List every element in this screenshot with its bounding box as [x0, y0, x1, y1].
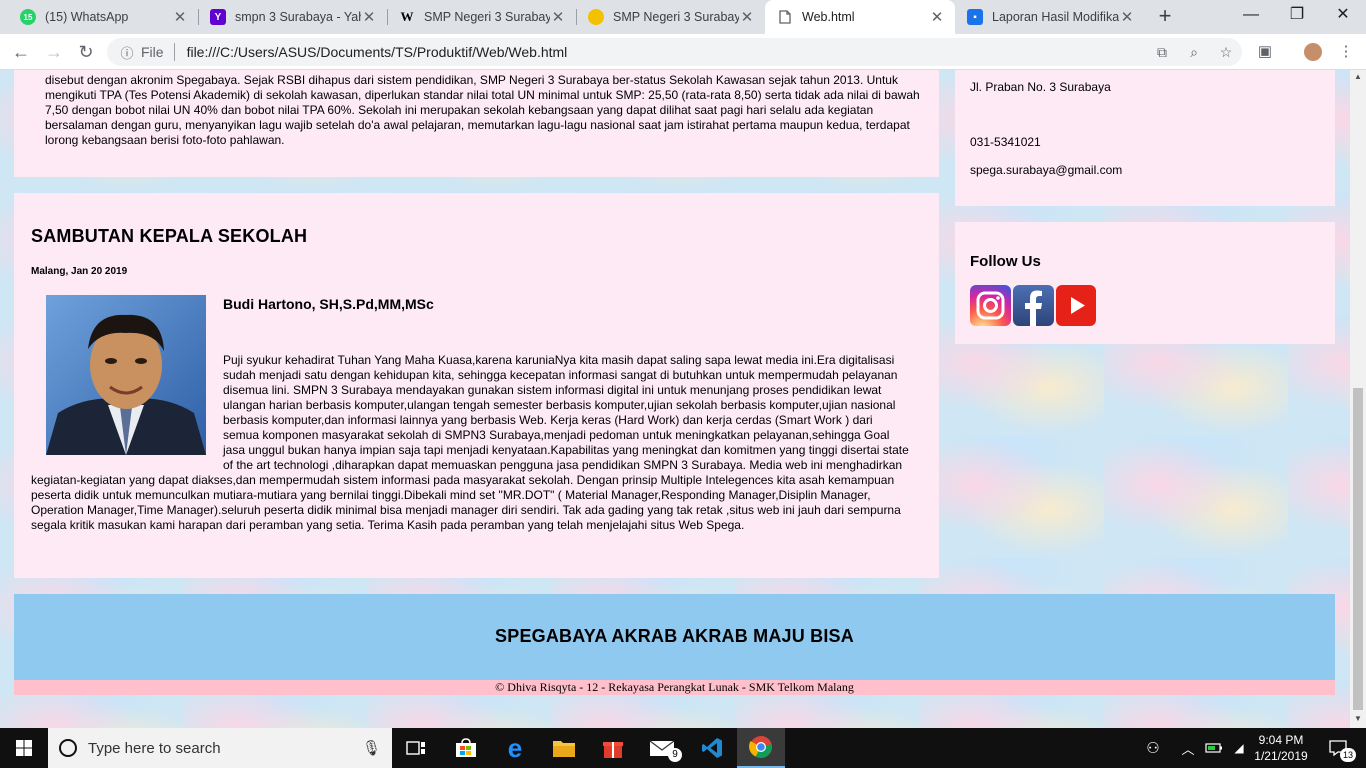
taskbar-edge[interactable]: e: [491, 728, 539, 768]
omnibox-divider: [173, 43, 175, 61]
whatsapp-icon: 15: [20, 9, 36, 25]
about-text: disebut dengan akronim Spegabaya. Sejak …: [45, 73, 920, 147]
sambutan-date: Malang, Jan 20 2019: [31, 266, 128, 277]
task-view-button[interactable]: [392, 728, 440, 768]
back-button[interactable]: ←: [8, 40, 34, 64]
system-clock[interactable]: 9:04 PM 1/21/2019: [1248, 732, 1314, 764]
folder-icon: [553, 741, 575, 757]
page-scrollbar[interactable]: ▲ ▼: [1350, 70, 1366, 728]
tab-school[interactable]: SMP Negeri 3 Surabaya ✕: [576, 0, 765, 34]
photo-spacer: [31, 295, 223, 460]
zoom-icon[interactable]: ⌕: [1178, 44, 1210, 61]
scroll-down-arrow[interactable]: ▼: [1350, 714, 1366, 723]
bookmark-star-icon[interactable]: ☆: [1210, 44, 1242, 61]
wikipedia-icon: W: [400, 9, 414, 24]
forward-button[interactable]: →: [41, 40, 67, 64]
maximize-button[interactable]: ❐: [1274, 0, 1320, 34]
yahoo-icon: Y: [210, 9, 226, 25]
task-view-icon: [406, 741, 425, 755]
site-footer: SPEGABAYA AKRAB AKRAB MAJU BISA: [14, 594, 1335, 680]
copyright-text: © Dhiva Risqyta - 12 - Rekayasa Perangka…: [14, 680, 1335, 695]
sambutan-body: Budi Hartono, SH,S.Pd,MM,MSc Puji syukur…: [31, 295, 911, 533]
scroll-up-arrow[interactable]: ▲: [1350, 72, 1366, 81]
notification-count: 13: [1340, 748, 1356, 762]
facebook-icon[interactable]: [1013, 285, 1054, 326]
close-icon[interactable]: ✕: [172, 8, 188, 26]
address-bar[interactable]: ⓘ File file:///C:/Users/ASUS/Documents/T…: [107, 38, 1242, 66]
wifi-icon[interactable]: ◢: [1228, 728, 1250, 768]
gift-icon: [603, 742, 623, 758]
close-icon[interactable]: ✕: [550, 8, 566, 26]
taskbar-store[interactable]: [442, 728, 490, 768]
new-tab-button[interactable]: +: [1153, 5, 1177, 28]
url-text[interactable]: file:///C:/Users/ASUS/Documents/TS/Produ…: [187, 44, 1146, 60]
document-icon: [777, 9, 793, 25]
clock-time: 9:04 PM: [1258, 733, 1304, 747]
contact-address: Jl. Praban No. 3 Surabaya: [970, 80, 1111, 94]
page-viewport: disebut dengan akronim Spegabaya. Sejak …: [0, 70, 1350, 728]
url-scheme-label: File: [141, 44, 164, 60]
profile-avatar[interactable]: [1299, 40, 1327, 64]
close-icon[interactable]: ✕: [929, 8, 945, 26]
tab-laporan[interactable]: ▪ Laporan Hasil Modifikasi ✕: [955, 0, 1145, 34]
mail-badge: 9: [668, 748, 682, 762]
taskbar-gift-app[interactable]: [589, 728, 637, 768]
tab-yahoo[interactable]: Y smpn 3 Surabaya - Yaho ✕: [198, 0, 387, 34]
scroll-thumb[interactable]: [1353, 388, 1363, 710]
minimize-button[interactable]: —: [1228, 0, 1274, 34]
search-placeholder: Type here to search: [88, 739, 221, 757]
cortana-circle-icon: [59, 739, 77, 757]
tray-overflow-icon[interactable]: ︿: [1176, 728, 1200, 768]
translate-icon[interactable]: ⧉: [1146, 44, 1178, 61]
chrome-icon: [749, 736, 772, 758]
taskbar-file-explorer[interactable]: [540, 728, 588, 768]
follow-title: Follow Us: [970, 253, 1041, 270]
tab-wikipedia[interactable]: W SMP Negeri 3 Surabaya ✕: [387, 0, 576, 34]
reload-button[interactable]: ↻: [73, 40, 99, 64]
action-center-button[interactable]: 13: [1318, 728, 1358, 768]
tab-strip: 15 (15) WhatsApp ✕ Y smpn 3 Surabaya - Y…: [0, 0, 1366, 34]
info-icon[interactable]: ⓘ: [113, 43, 141, 62]
extension-icon[interactable]: ▣: [1251, 40, 1279, 64]
tab-title: Laporan Hasil Modifikasi: [992, 10, 1119, 24]
tab-web-html[interactable]: Web.html ✕: [765, 0, 955, 34]
tab-title: (15) WhatsApp: [45, 10, 129, 24]
follow-panel: [955, 222, 1335, 344]
windows-taskbar: Type here to search 🎙 e 9 ⚇ ︿ ◢ 9:04 PM …: [0, 728, 1366, 768]
vscode-icon: [702, 738, 722, 758]
tab-title: Web.html: [802, 10, 855, 24]
contact-email[interactable]: spega.surabaya@gmail.com: [970, 163, 1122, 177]
taskbar-vscode[interactable]: [688, 728, 736, 768]
report-icon: ▪: [967, 9, 983, 25]
about-panel: disebut dengan akronim Spegabaya. Sejak …: [14, 70, 939, 177]
close-icon[interactable]: ✕: [1119, 8, 1135, 26]
taskbar-mail[interactable]: 9: [638, 728, 686, 768]
windows-logo-icon: [16, 740, 32, 756]
close-icon[interactable]: ✕: [739, 8, 755, 26]
store-icon: [456, 738, 476, 757]
people-icon[interactable]: ⚇: [1140, 728, 1166, 768]
contact-phone: 031-5341021: [970, 135, 1041, 149]
start-button[interactable]: [0, 728, 48, 768]
microphone-icon[interactable]: 🎙: [362, 739, 392, 757]
taskbar-chrome[interactable]: [737, 728, 785, 768]
browser-toolbar: ← → ↻ ⓘ File file:///C:/Users/ASUS/Docum…: [0, 34, 1366, 70]
taskbar-search[interactable]: Type here to search 🎙: [48, 728, 392, 768]
sambutan-title: SAMBUTAN KEPALA SEKOLAH: [31, 226, 308, 246]
clock-date: 1/21/2019: [1254, 749, 1308, 763]
tab-title: SMP Negeri 3 Surabaya: [424, 10, 550, 24]
chrome-menu-icon[interactable]: ⋮: [1332, 40, 1360, 64]
close-icon[interactable]: ✕: [361, 8, 377, 26]
tab-title: smpn 3 Surabaya - Yaho: [235, 10, 361, 24]
school-emblem-icon: [588, 9, 604, 25]
youtube-icon[interactable]: [1056, 285, 1096, 326]
close-window-button[interactable]: ✕: [1320, 0, 1366, 34]
battery-icon[interactable]: [1202, 728, 1226, 768]
edge-icon: e: [507, 732, 523, 763]
tab-title: SMP Negeri 3 Surabaya: [613, 10, 739, 24]
footer-motto: SPEGABAYA AKRAB AKRAB MAJU BISA: [495, 626, 854, 646]
tab-whatsapp[interactable]: 15 (15) WhatsApp ✕: [8, 0, 198, 34]
instagram-icon[interactable]: [970, 285, 1011, 326]
